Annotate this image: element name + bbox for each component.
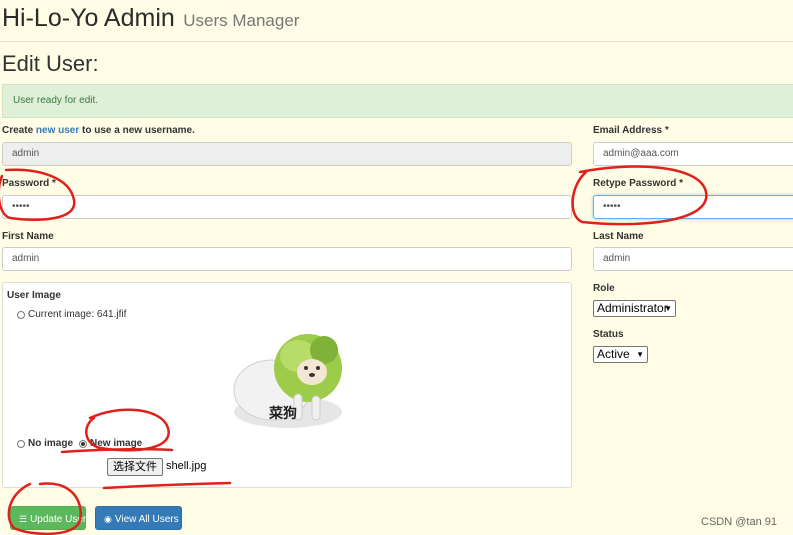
first-name-label: First Name — [2, 231, 54, 242]
chevron-down-icon: ▼ — [636, 350, 644, 359]
username-hint-prefix: Create — [2, 125, 36, 136]
new-image-radio[interactable]: New image — [79, 438, 142, 449]
role-label: Role — [593, 283, 615, 294]
status-select[interactable]: Active ▼ — [593, 346, 648, 363]
chosen-file-name: shell.jpg — [166, 460, 207, 472]
first-name-field[interactable]: admin — [2, 247, 572, 271]
section-name: Users Manager — [183, 11, 300, 30]
last-name-label: Last Name — [593, 231, 644, 242]
choose-file-button[interactable]: 选择文件 — [107, 458, 163, 476]
database-icon: ☰ — [19, 514, 28, 524]
role-selected-value: Administrator — [597, 301, 668, 315]
password-field[interactable]: ••••• — [2, 195, 572, 219]
brand-header: Hi-Lo-Yo Admin Users Manager — [2, 4, 299, 33]
no-image-radio-dot[interactable] — [17, 439, 25, 448]
user-image-label: User Image — [7, 290, 61, 301]
last-name-field[interactable]: admin — [593, 247, 793, 271]
status-selected-value: Active — [597, 347, 630, 361]
no-image-radio[interactable]: No image — [17, 438, 73, 449]
new-user-link[interactable]: new user — [36, 125, 79, 136]
update-user-label: Update User — [30, 514, 87, 525]
page-title: Edit User: — [2, 51, 99, 76]
retype-password-label: Retype Password * — [593, 178, 684, 189]
username-field[interactable]: admin — [2, 142, 572, 166]
view-all-users-label: View All Users — [114, 514, 179, 525]
image-caption: 菜狗 — [269, 405, 297, 421]
header-divider — [0, 41, 793, 42]
current-image-radio[interactable]: Current image: 641.jfif — [17, 309, 126, 320]
no-image-radio-label: No image — [28, 438, 74, 449]
new-image-radio-label: New image — [90, 438, 143, 449]
chevron-down-icon: ▼ — [664, 304, 672, 313]
email-field[interactable]: admin@aaa.com — [593, 142, 793, 166]
view-all-users-button[interactable]: ◉ View All Users — [95, 506, 182, 530]
current-image-radio-dot[interactable] — [17, 310, 25, 319]
new-image-radio-dot[interactable] — [79, 439, 87, 448]
watermark: CSDN @tan 91 — [701, 516, 777, 528]
app-name: Hi-Lo-Yo Admin — [2, 4, 175, 32]
eye-icon: ◉ — [104, 514, 112, 524]
username-hint-suffix: to use a new username. — [79, 125, 195, 136]
username-hint: Create new user to use a new username. — [2, 125, 195, 136]
retype-password-field[interactable]: ••••• — [593, 195, 793, 219]
email-label: Email Address * — [593, 125, 669, 136]
password-label: Password * — [2, 178, 56, 189]
current-image-radio-label: Current image: 641.jfif — [28, 309, 127, 320]
status-alert: User ready for edit. — [2, 84, 793, 118]
update-user-button[interactable]: ☰ Update User — [10, 506, 86, 530]
status-label: Status — [593, 329, 624, 340]
role-select[interactable]: Administrator ▼ — [593, 300, 676, 317]
